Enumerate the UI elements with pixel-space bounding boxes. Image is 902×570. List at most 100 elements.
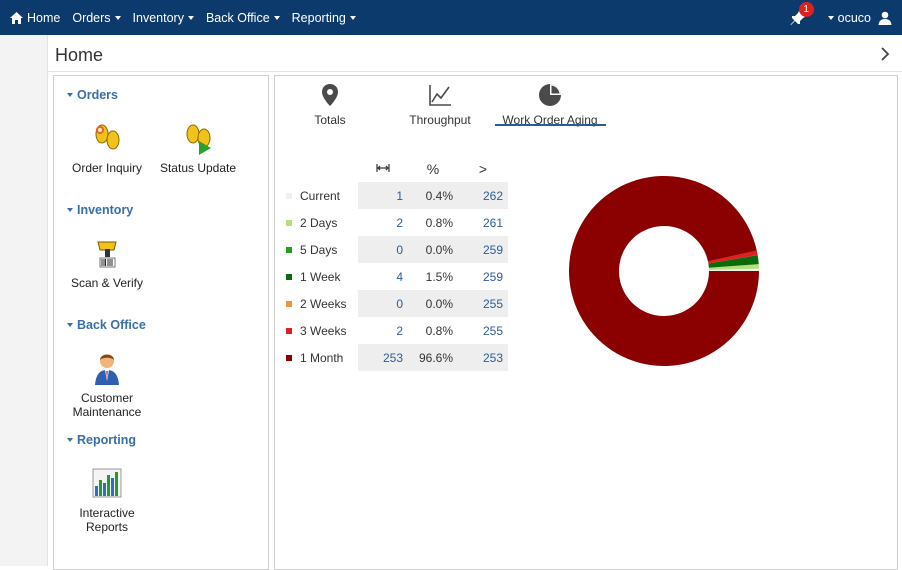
aging-row-over[interactable]: 259 [458, 236, 508, 263]
order-inquiry-icon [95, 124, 120, 150]
tab-work-order-aging[interactable]: Work Order Aging [495, 82, 605, 127]
user-icon [878, 11, 892, 25]
nav-back-office-label: Back Office [205, 10, 270, 25]
legend-swatch [286, 301, 292, 308]
title-divider [48, 71, 902, 72]
tile-order-inquiry-label: Order Inquiry [71, 161, 143, 175]
username: ocuco [837, 10, 871, 25]
nav-reporting-label: Reporting [291, 10, 346, 25]
active-tab-indicator [495, 124, 606, 126]
aging-row-name: Current [284, 182, 358, 209]
aging-row-label: 5 Days [300, 242, 338, 257]
aging-row-over[interactable]: 255 [458, 290, 508, 317]
map-pin-icon [322, 84, 338, 106]
line-chart-icon [429, 85, 451, 106]
nav-orders[interactable]: Orders [66, 0, 126, 35]
notifications-button[interactable]: 1 [786, 1, 814, 30]
caret-down-icon [827, 15, 834, 20]
launcher-panel: Orders Order Inquiry Status Update Inven… [53, 75, 269, 570]
legend-swatch [286, 193, 292, 200]
caret-down-icon [67, 93, 73, 97]
aging-row-count[interactable]: 4 [358, 263, 408, 290]
aging-row: Current 1 0.4% 262 [284, 182, 508, 209]
aging-row-label: 2 Days [300, 215, 338, 230]
dashboard-panel: Totals Throughput Work Order Aging % > C… [274, 75, 898, 570]
aging-row-label: 2 Weeks [300, 296, 347, 311]
tile-interactive-reports-label: Interactive Reports [79, 506, 135, 534]
column-header-count[interactable] [358, 156, 408, 182]
navbar-right: 1 ocuco [786, 0, 902, 35]
tile-interactive-reports[interactable]: Interactive Reports [62, 466, 152, 534]
aging-row-count[interactable]: 1 [358, 182, 408, 209]
tile-status-update[interactable]: Status Update [153, 121, 243, 175]
tile-scan-verify-label: Scan & Verify [70, 276, 144, 290]
aging-row: 1 Month 253 96.6% 253 [284, 344, 508, 371]
aging-row-over[interactable]: 253 [458, 344, 508, 371]
nav-back-office[interactable]: Back Office [200, 0, 286, 35]
column-header-over[interactable]: > [458, 156, 508, 182]
nav-home-label: Home [27, 10, 61, 25]
nav-orders-label: Orders [72, 10, 111, 25]
section-inventory-title: Inventory [77, 203, 134, 217]
aging-row-name: 5 Days [284, 236, 358, 263]
tile-order-inquiry[interactable]: Order Inquiry [62, 121, 152, 175]
aging-donut-chart [569, 176, 759, 366]
caret-down-icon [349, 15, 356, 20]
aging-row: 2 Days 2 0.8% 261 [284, 209, 508, 236]
aging-row: 1 Week 4 1.5% 259 [284, 263, 508, 290]
status-update-icon [186, 124, 211, 155]
caret-down-icon [67, 208, 73, 212]
legend-swatch [286, 328, 292, 335]
aging-table-header: % > [284, 156, 508, 182]
tile-scan-verify[interactable]: Scan & Verify [62, 236, 152, 290]
column-header-percent[interactable]: % [408, 156, 458, 182]
caret-down-icon [114, 15, 121, 20]
page-title: Home [55, 45, 104, 65]
nav-reporting[interactable]: Reporting [286, 0, 362, 35]
aging-table: % > Current 1 0.4% 262 2 Days 2 0.8% 261 5 Days 0… [284, 156, 508, 371]
legend-swatch [286, 220, 292, 227]
aging-row-percent: 1.5% [425, 269, 453, 284]
chevron-right-icon[interactable] [878, 45, 892, 63]
aging-row-name: 1 Month [284, 344, 358, 371]
left-gutter [0, 35, 48, 566]
aging-row-name: 1 Week [284, 263, 358, 290]
aging-row-count[interactable]: 2 [358, 317, 408, 344]
tab-throughput[interactable]: Throughput [385, 82, 495, 127]
pie-chart-icon [539, 84, 561, 106]
aging-row-count[interactable]: 2 [358, 209, 408, 236]
notification-badge: 1 [798, 1, 814, 17]
aging-row-percent: 0.0% [408, 290, 458, 317]
nav-home[interactable]: Home [0, 0, 66, 35]
section-reporting[interactable]: Reporting [67, 433, 136, 447]
barcode-scanner-icon [97, 241, 117, 268]
home-icon [10, 11, 23, 24]
section-orders-title: Orders [77, 88, 118, 102]
tile-customer-maintenance[interactable]: Customer Maintenance [62, 351, 152, 419]
aging-row-label: 1 Month [300, 350, 344, 365]
section-orders[interactable]: Orders [67, 88, 118, 102]
nav-inventory[interactable]: Inventory [127, 0, 200, 35]
section-reporting-title: Reporting [77, 433, 137, 447]
tile-customer-maintenance-label: Customer Maintenance [72, 391, 142, 419]
caret-down-icon [67, 323, 73, 327]
aging-row-over[interactable]: 259 [458, 263, 508, 290]
aging-row-count[interactable]: 0 [358, 290, 408, 317]
customer-icon [95, 354, 119, 385]
caret-down-icon [67, 438, 73, 442]
user-menu[interactable]: ocuco [827, 10, 902, 25]
aging-row-percent: 0.4% [408, 182, 458, 209]
aging-row-over[interactable]: 262 [458, 182, 508, 209]
section-inventory[interactable]: Inventory [67, 203, 133, 217]
section-back-office-title: Back Office [77, 318, 146, 332]
legend-swatch [286, 247, 292, 254]
aging-row-percent: 0.8% [425, 215, 453, 230]
aging-row-over[interactable]: 255 [458, 317, 508, 344]
caret-down-icon [273, 15, 280, 20]
tab-totals[interactable]: Totals [275, 82, 385, 127]
aging-row-count[interactable]: 0 [358, 236, 408, 263]
aging-row: 2 Weeks 0 0.0% 255 [284, 290, 508, 317]
aging-row-over[interactable]: 261 [458, 209, 508, 236]
aging-row-count[interactable]: 253 [358, 344, 408, 371]
section-back-office[interactable]: Back Office [67, 318, 146, 332]
